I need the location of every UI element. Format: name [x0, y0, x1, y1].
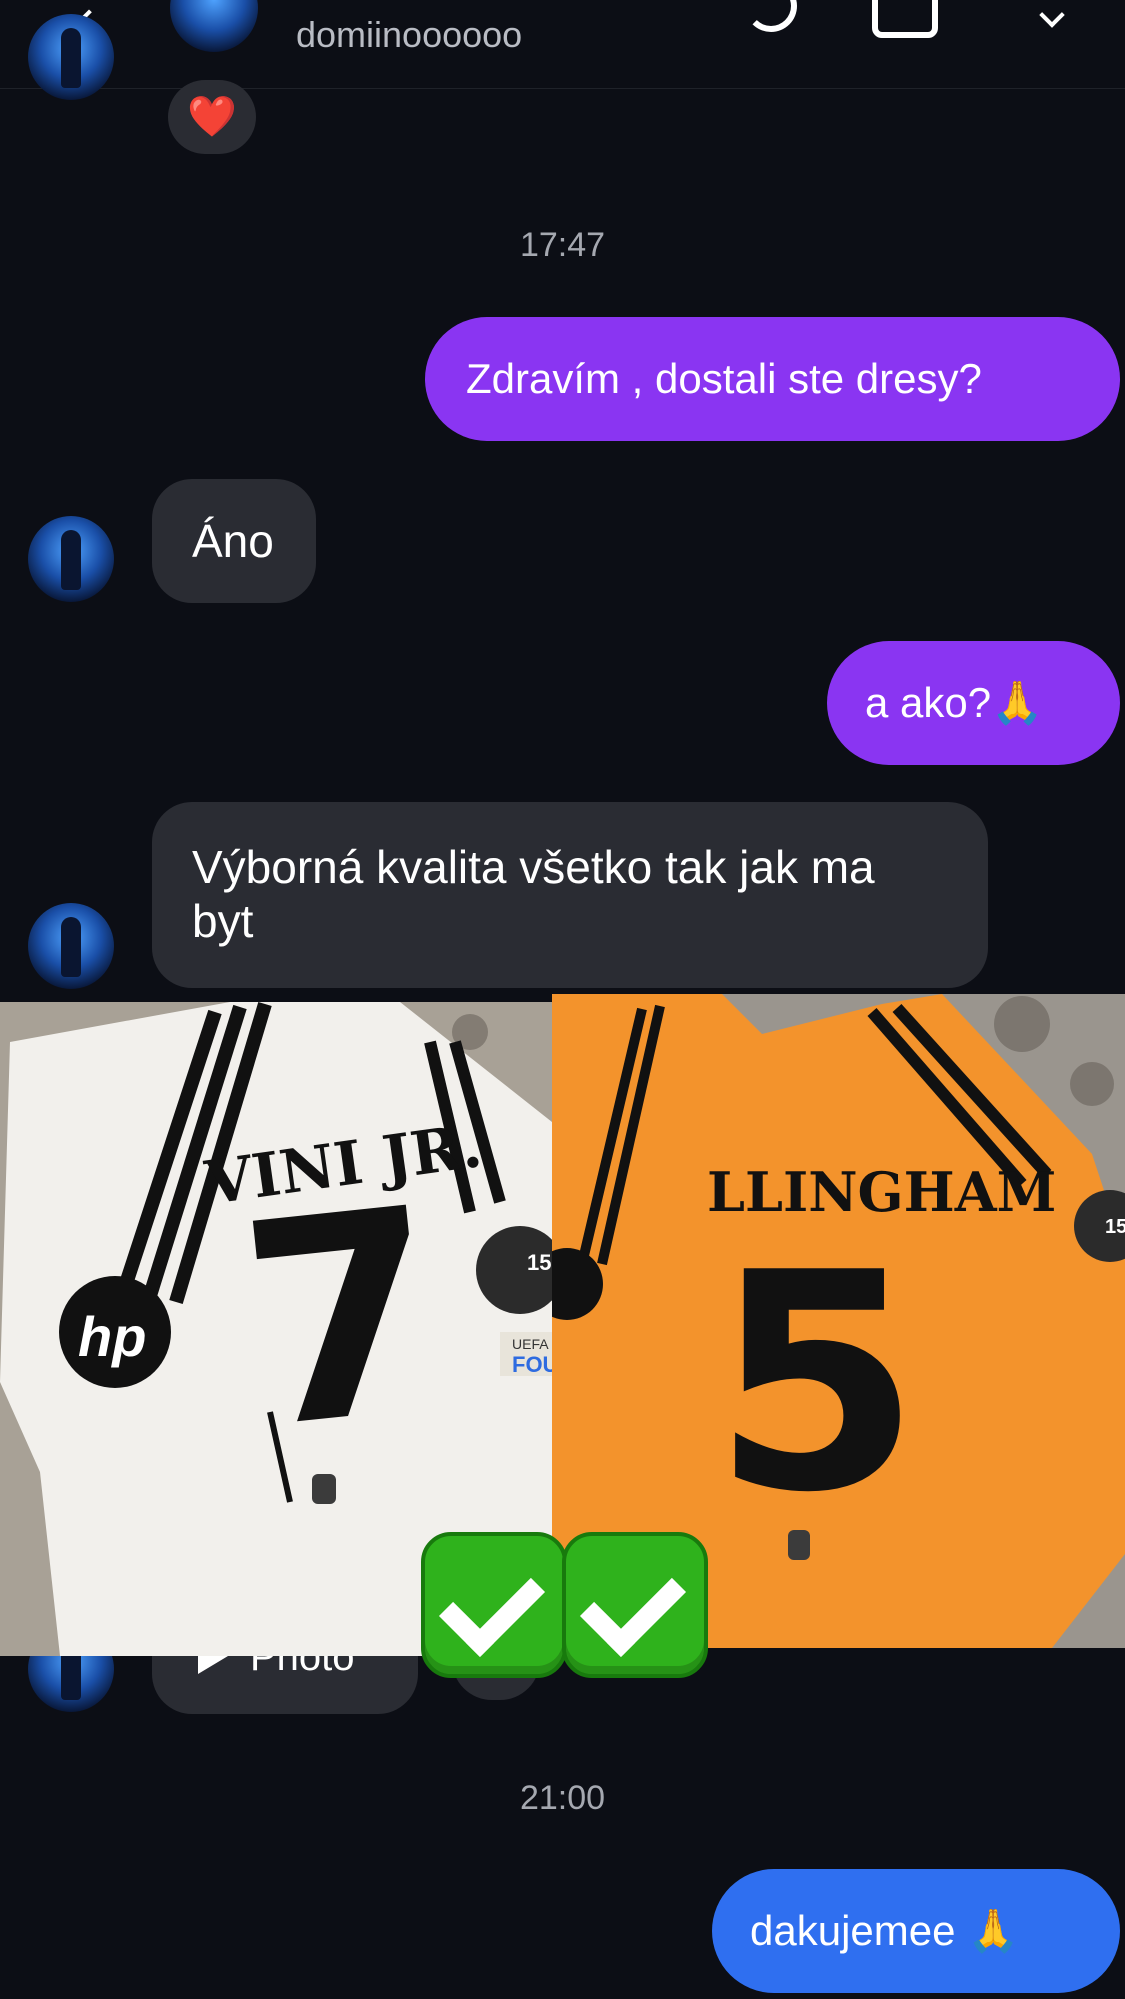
- info-icon[interactable]: [1039, 2, 1065, 28]
- incoming-message[interactable]: Áno: [152, 479, 316, 603]
- patch-number-orange: 15: [1105, 1216, 1125, 1238]
- video-call-icon[interactable]: [872, 0, 938, 38]
- sender-avatar[interactable]: [28, 516, 114, 602]
- check-mark-icon: [562, 1532, 708, 1678]
- timestamp: 17:47: [519, 226, 606, 264]
- patch-number: 15: [527, 1250, 552, 1275]
- message-text-line-2: byt: [192, 895, 254, 947]
- outgoing-message[interactable]: dakujemee 🙏: [712, 1869, 1120, 1993]
- hp-logo: hp: [78, 1305, 147, 1368]
- timestamp: 21:00: [519, 1779, 606, 1817]
- outgoing-message[interactable]: a ako?🙏: [827, 641, 1120, 765]
- heart-reaction[interactable]: ❤️: [168, 80, 256, 154]
- sender-avatar[interactable]: [28, 903, 114, 989]
- message-text-line-1: Výborná kvalita všetko tak jak ma: [192, 841, 875, 893]
- message-text: Zdravím , dostali ste dresy?: [466, 355, 982, 402]
- patch-label: UEFA: [512, 1336, 549, 1352]
- jersey-number-white: 7: [228, 1147, 457, 1493]
- header-username[interactable]: domiinoooooo: [296, 14, 522, 56]
- sender-avatar[interactable]: [28, 14, 114, 100]
- chat-header: domiinoooooo: [0, 0, 1125, 89]
- incoming-message[interactable]: Výborná kvalita všetko tak jak ma byt: [152, 802, 988, 988]
- outgoing-message[interactable]: Zdravím , dostali ste dresy?: [425, 317, 1120, 441]
- message-text: dakujemee 🙏: [750, 1907, 1020, 1954]
- header-avatar[interactable]: [170, 0, 258, 52]
- check-mark-icon: [421, 1532, 567, 1678]
- message-text: a ako?🙏: [865, 679, 1044, 726]
- jersey-number-orange: 5: [712, 1209, 921, 1558]
- patch-text: FOU: [512, 1352, 552, 1377]
- message-text: Áno: [192, 515, 274, 567]
- call-icon[interactable]: [745, 0, 797, 32]
